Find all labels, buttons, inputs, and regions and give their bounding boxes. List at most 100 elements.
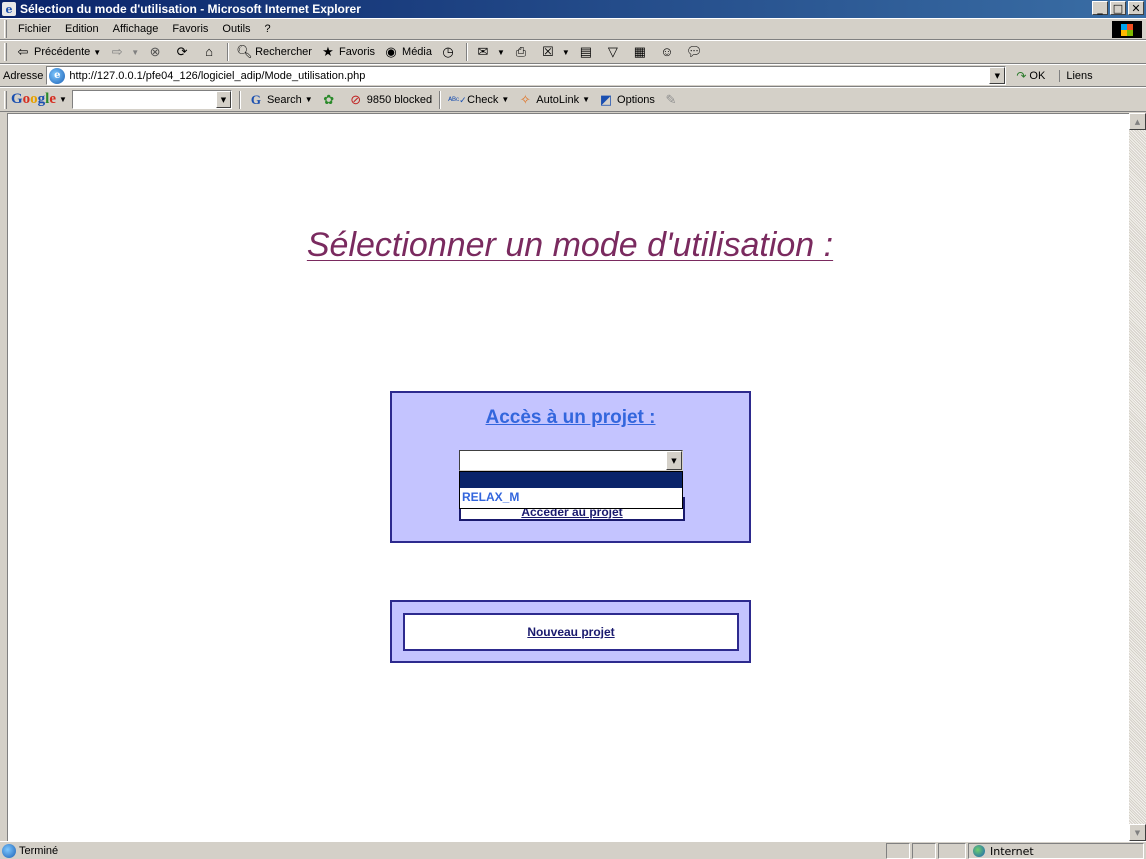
- globe-icon: [973, 845, 985, 857]
- forward-arrow-icon: ⇨: [111, 44, 123, 59]
- menu-fichier[interactable]: Fichier: [11, 23, 58, 35]
- discuss-button[interactable]: ▤: [574, 44, 601, 60]
- links-button[interactable]: Liens: [1059, 69, 1093, 82]
- menu-edition[interactable]: Edition: [58, 23, 106, 35]
- go-arrow-icon: ↷: [1016, 68, 1027, 83]
- address-url[interactable]: http://127.0.0.1/pfe04_126/logiciel_adip…: [69, 70, 365, 82]
- status-cell: [886, 843, 910, 859]
- window-title: Sélection du mode d'utilisation - Micros…: [20, 2, 361, 16]
- status-bar: Terminé Internet: [0, 841, 1146, 859]
- project-select[interactable]: ▼: [459, 450, 683, 471]
- check-label: Check: [467, 93, 499, 106]
- media-button[interactable]: ◉ Média: [379, 44, 436, 60]
- address-bar: Adresse e http://127.0.0.1/pfe04_126/log…: [0, 64, 1146, 87]
- back-button[interactable]: ⇦ Précédente ▼: [11, 44, 105, 60]
- google-logo-button[interactable]: Google ▼: [11, 91, 67, 108]
- forward-button[interactable]: ⇨ ▼: [105, 44, 143, 60]
- toolbar-grip[interactable]: [4, 20, 7, 38]
- print-icon: ⎙: [515, 44, 527, 59]
- edit-icon: ☒: [542, 44, 554, 59]
- toolbar-separator: [466, 43, 468, 61]
- menu-help[interactable]: ?: [258, 23, 278, 35]
- go-button[interactable]: ↷ OK: [1016, 69, 1045, 83]
- chevron-down-icon[interactable]: ▼: [666, 451, 682, 470]
- popup-blocked-icon: ⊘: [350, 91, 362, 107]
- refresh-icon: ⟳: [176, 44, 188, 59]
- search-button[interactable]: 🔍︎ Rechercher: [232, 44, 316, 60]
- ie-page-icon: [2, 843, 16, 858]
- chevron-down-icon: ▼: [93, 47, 102, 57]
- stop-button[interactable]: ⊗: [143, 44, 170, 60]
- chevron-down-icon: ▼: [304, 95, 313, 104]
- chevron-down-icon: ▼: [561, 47, 570, 57]
- chevron-down-icon: ▼: [59, 95, 67, 104]
- new-project-panel: Nouveau projet: [390, 600, 751, 663]
- favorites-icon: ★: [322, 44, 334, 59]
- highlight-button[interactable]: ✎: [659, 92, 686, 108]
- chevron-down-icon: ▼: [582, 95, 591, 104]
- blocked-count: 9850 blocked: [366, 93, 433, 106]
- autolink-button[interactable]: ✧ AutoLink ▼: [513, 92, 594, 108]
- chevron-down-icon[interactable]: ▼: [989, 67, 1006, 84]
- stop-icon: ⊗: [149, 44, 161, 59]
- page-title: Sélectionner un mode d'utilisation :: [306, 226, 834, 264]
- access-heading: Accès à un projet :: [485, 407, 656, 428]
- home-button[interactable]: ⌂: [197, 44, 224, 60]
- favorites-label: Favoris: [338, 46, 376, 58]
- security-zone: Internet: [968, 843, 1144, 859]
- toolbar-separator: [439, 90, 442, 109]
- back-label: Précédente: [34, 46, 91, 58]
- spell-check-button[interactable]: ᴬᴮᶜ✓ Check ▼: [444, 92, 513, 108]
- new-project-button[interactable]: Nouveau projet: [403, 613, 739, 651]
- options-button[interactable]: ◩ Options: [594, 92, 659, 108]
- refresh-button[interactable]: ⟳: [170, 44, 197, 60]
- ie-icon: e: [2, 2, 16, 16]
- research-button[interactable]: ▦: [628, 44, 655, 60]
- vertical-scrollbar[interactable]: ▲ ▼: [1129, 113, 1146, 841]
- menu-outils[interactable]: Outils: [215, 23, 257, 35]
- toolbar-separator: [227, 43, 230, 61]
- popup-blocker-button[interactable]: ⊘ 9850 blocked: [344, 92, 436, 108]
- address-input[interactable]: e http://127.0.0.1/pfe04_126/logiciel_ad…: [46, 66, 1007, 85]
- chat-button[interactable]: 💬︎: [682, 44, 709, 60]
- search-icon: 🔍︎: [236, 44, 253, 59]
- project-option[interactable]: RELAX_M: [460, 488, 682, 508]
- page-content: Sélectionner un mode d'utilisation : Acc…: [7, 113, 1129, 841]
- pagerank-button[interactable]: ✿: [317, 92, 344, 108]
- minimize-button[interactable]: _: [1092, 1, 1108, 15]
- autolink-label: AutoLink: [536, 93, 580, 106]
- print-button[interactable]: ⎙: [509, 44, 536, 60]
- close-button[interactable]: ✕: [1128, 1, 1144, 15]
- chevron-down-icon: ▼: [131, 47, 140, 57]
- windows-logo-icon: [1112, 21, 1142, 38]
- edit-button[interactable]: ☒ ▼: [536, 44, 574, 60]
- menu-affichage[interactable]: Affichage: [106, 23, 166, 35]
- toolbar-grip[interactable]: [4, 90, 7, 109]
- chevron-down-icon[interactable]: ▼: [215, 91, 231, 108]
- google-search-button[interactable]: G Search ▼: [244, 92, 317, 108]
- scroll-up-icon[interactable]: ▲: [1129, 113, 1146, 130]
- history-button[interactable]: ◷: [436, 44, 463, 60]
- favorites-button[interactable]: ★ Favoris: [316, 44, 379, 60]
- menu-favoris[interactable]: Favoris: [165, 23, 215, 35]
- pagerank-icon: ✿: [323, 91, 335, 107]
- status-text: Terminé: [19, 844, 59, 857]
- google-search-input[interactable]: ▼: [71, 90, 232, 109]
- chat-icon: 💬︎: [685, 44, 703, 59]
- google-search-label: Search: [266, 93, 302, 106]
- highlighter-icon: ✎: [665, 91, 677, 107]
- toolbar-grip[interactable]: [4, 43, 7, 61]
- google-g-icon: G: [250, 91, 261, 107]
- options-icon: ◩: [599, 91, 613, 107]
- menu-bar: Fichier Edition Affichage Favoris Outils…: [0, 18, 1146, 40]
- mail-button[interactable]: ✉ ▼: [471, 44, 509, 60]
- maximize-button[interactable]: □: [1110, 1, 1126, 15]
- zone-label: Internet: [990, 844, 1034, 858]
- messenger-button[interactable]: ☺: [655, 44, 682, 60]
- research-icon: ▦: [633, 44, 646, 59]
- filter-button[interactable]: ▽: [601, 44, 628, 60]
- scroll-down-icon[interactable]: ▼: [1129, 824, 1146, 841]
- go-label: OK: [1029, 69, 1046, 82]
- project-option-blank[interactable]: [460, 472, 682, 488]
- window-title-bar[interactable]: e Sélection du mode d'utilisation - Micr…: [0, 0, 1146, 18]
